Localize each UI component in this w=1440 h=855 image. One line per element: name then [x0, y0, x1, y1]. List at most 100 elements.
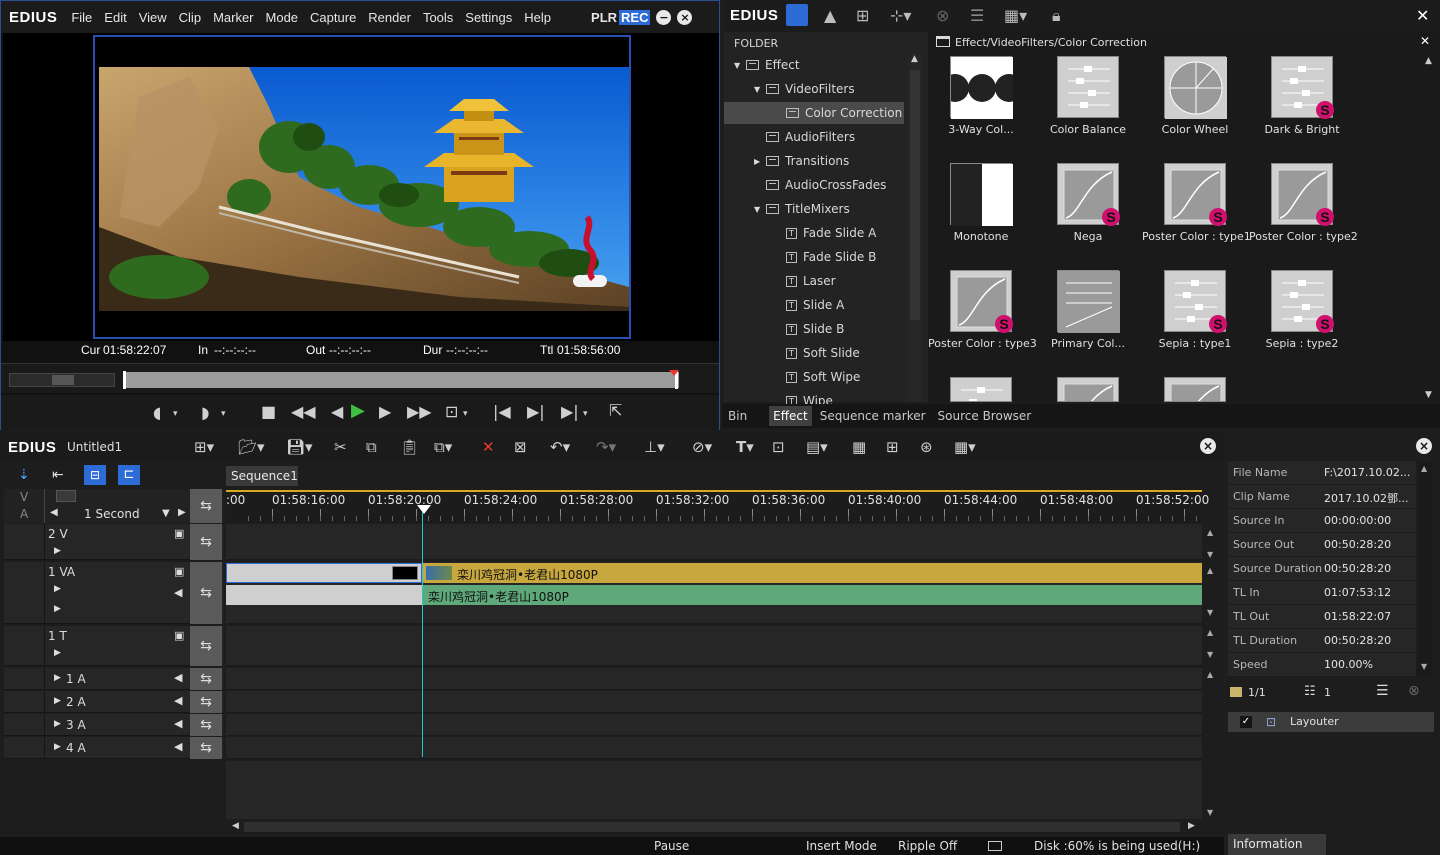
- tree-item[interactable]: T Soft Wipe: [724, 366, 904, 388]
- menu-help[interactable]: Help: [518, 10, 557, 25]
- menu-settings[interactable]: Settings: [459, 10, 518, 25]
- keyboard-icon[interactable]: ▦▾: [954, 438, 976, 456]
- effect-thumbnail[interactable]: [950, 377, 1012, 402]
- cut-icon[interactable]: ✂: [334, 438, 347, 456]
- tree-item[interactable]: AudioFilters: [724, 126, 904, 148]
- expand-track-icon[interactable]: ▶: [54, 584, 61, 594]
- prev-edit-icon[interactable]: |◀: [493, 402, 511, 421]
- hscroll-left-icon[interactable]: ◀: [232, 821, 239, 831]
- tree-item[interactable]: T Soft Slide: [724, 342, 904, 364]
- video-mute-icon[interactable]: ▣: [174, 565, 184, 578]
- tree-item[interactable]: T Laser: [724, 270, 904, 292]
- tree-item[interactable]: T Fade Slide A: [724, 222, 904, 244]
- minimize-icon[interactable]: −: [656, 9, 672, 25]
- track-lane[interactable]: [226, 737, 1202, 759]
- jog-slider-handle[interactable]: [52, 375, 74, 385]
- layouter-row[interactable]: ✓ ⊡ Layouter: [1228, 712, 1434, 732]
- paste-mode-icon[interactable]: ⧉▾: [434, 438, 452, 456]
- step-back-icon[interactable]: ◀: [331, 402, 343, 421]
- jog-slider[interactable]: [9, 373, 115, 387]
- tree-item[interactable]: T Fade Slide B: [724, 246, 904, 268]
- track-lane[interactable]: [226, 524, 1202, 560]
- audio-mute-icon[interactable]: ◀: [174, 671, 182, 684]
- filter-list-icon[interactable]: ☷: [1304, 684, 1316, 699]
- effect-thumbnail[interactable]: [1057, 377, 1119, 402]
- play-icon[interactable]: ▶: [351, 400, 365, 421]
- video-mute-icon[interactable]: ▣: [174, 629, 184, 642]
- render-icon[interactable]: ▤▾: [806, 438, 828, 456]
- grid-scroll-down-icon[interactable]: ▼: [1425, 390, 1432, 400]
- grid-scrollbar[interactable]: ▲ ▼: [1422, 54, 1436, 402]
- tree-item[interactable]: AudioCrossFades: [724, 174, 904, 196]
- track-sync-button[interactable]: ⇆: [190, 668, 222, 690]
- insert-to-timeline-icon[interactable]: ▶|: [561, 402, 579, 421]
- timescale-select[interactable]: 1 Second: [84, 507, 140, 521]
- effect-thumbnail[interactable]: [950, 163, 1013, 226]
- path-close-icon[interactable]: ✕: [1420, 34, 1430, 48]
- timeline-cursor-icon[interactable]: [417, 505, 431, 514]
- up-folder-icon[interactable]: ▲: [824, 6, 836, 25]
- track-lane[interactable]: [226, 668, 1202, 690]
- delete-effect-icon[interactable]: ⊗: [936, 6, 949, 25]
- expanded-arrow-icon[interactable]: ▼: [754, 205, 766, 214]
- track-sync-button[interactable]: ⇆: [190, 691, 222, 713]
- export-icon[interactable]: ⇱: [609, 401, 622, 420]
- loop-play-icon[interactable]: ⊡: [445, 402, 458, 421]
- expand-track-icon[interactable]: ▶: [54, 648, 61, 658]
- new-sequence-icon[interactable]: ⊞▾: [194, 438, 214, 456]
- save-project-icon[interactable]: 💾︎▾: [286, 438, 313, 456]
- expanded-arrow-icon[interactable]: ▼: [734, 61, 746, 70]
- effect-thumbnail[interactable]: [1057, 56, 1119, 118]
- list-view-icon[interactable]: ☰: [970, 6, 984, 25]
- tree-item[interactable]: T Slide B: [724, 318, 904, 340]
- menu-clip[interactable]: Clip: [173, 10, 207, 25]
- information-tab[interactable]: Information: [1228, 834, 1326, 855]
- redo-icon[interactable]: ↷▾: [596, 438, 616, 456]
- track-sync-button[interactable]: ⇆: [190, 562, 222, 624]
- rewind-icon[interactable]: ◀◀: [291, 402, 316, 421]
- timescale-dropdown-icon[interactable]: ▼: [162, 508, 170, 519]
- effect-thumbnail[interactable]: S: [1271, 56, 1334, 119]
- folder-scrollbar[interactable]: ▲ ▼: [908, 54, 922, 418]
- timeline-vscrollbar[interactable]: ▲ ▼ ▲ ▼ ▲ ▼ ▲ ▼: [1204, 522, 1218, 820]
- scale-right-icon[interactable]: ▶: [178, 507, 186, 518]
- view-mode-icon[interactable]: ▦▾: [1004, 6, 1027, 25]
- timeline-hscrollbar[interactable]: ◀ ▶: [226, 820, 1202, 834]
- tab-effect[interactable]: Effect: [769, 406, 812, 426]
- expand-track-icon[interactable]: ▶: [54, 719, 61, 729]
- audio-mute-icon[interactable]: ◀: [174, 694, 182, 707]
- info-scrollbar[interactable]: ▲ ▼: [1418, 462, 1432, 676]
- track-sync-button[interactable]: ⇆: [190, 714, 222, 736]
- vectorscope-icon[interactable]: ⊛: [920, 438, 933, 456]
- ripple-status[interactable]: Ripple Off: [898, 839, 957, 853]
- tab-bin[interactable]: Bin: [724, 406, 751, 426]
- expand-track-icon[interactable]: ▶: [54, 546, 61, 556]
- video-mute-icon[interactable]: ▣: [174, 527, 184, 540]
- audio-mute-icon[interactable]: ◀: [174, 740, 182, 753]
- list-icon[interactable]: ☰: [1376, 683, 1389, 699]
- effect-close-icon[interactable]: ✕: [1416, 6, 1429, 25]
- audio-mute-icon[interactable]: ◀: [174, 717, 182, 730]
- expand-track-icon[interactable]: ▶: [54, 673, 61, 683]
- tab-sequence-marker[interactable]: Sequence marker: [816, 406, 930, 426]
- expanded-arrow-icon[interactable]: ▼: [754, 85, 766, 94]
- effect-thumbnail[interactable]: [1057, 270, 1120, 333]
- mixer-sliders-icon[interactable]: ⊞: [886, 438, 899, 456]
- tree-item[interactable]: ▼ VideoFilters: [724, 78, 904, 100]
- effect-thumbnail[interactable]: S: [950, 270, 1013, 333]
- tab-source-browser[interactable]: Source Browser: [934, 406, 1036, 426]
- menu-view[interactable]: View: [133, 10, 173, 25]
- audio-clip[interactable]: 栾川鸡冠洞•老君山1080P: [423, 585, 1202, 605]
- scroll-up-icon[interactable]: ▲: [911, 54, 918, 64]
- sync-mode-icon[interactable]: ⇣: [18, 467, 30, 483]
- effect-thumbnail[interactable]: S: [1164, 163, 1227, 226]
- menu-render[interactable]: Render: [362, 10, 417, 25]
- scale-left-icon[interactable]: ◀: [50, 507, 58, 518]
- effect-thumbnail[interactable]: [941, 56, 1023, 119]
- track-sync-button[interactable]: ⇆: [190, 737, 222, 759]
- hscroll-thumb[interactable]: [244, 822, 1180, 832]
- set-in-icon[interactable]: ◖: [153, 403, 161, 422]
- tree-item[interactable]: ▼ TitleMixers: [724, 198, 904, 220]
- copy-icon[interactable]: ⧉: [366, 438, 377, 456]
- add-to-track-icon[interactable]: ⊡: [772, 438, 785, 456]
